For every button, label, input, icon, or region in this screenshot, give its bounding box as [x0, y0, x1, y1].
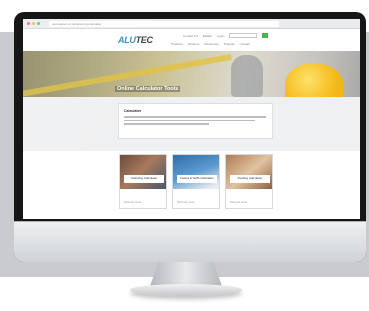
- calculator-tiles: Guttering Calculator Find out more Fasci…: [119, 154, 273, 209]
- browser-toolbar: www.alutec.co.uk/guttering-calculator: [23, 19, 360, 29]
- close-window-icon[interactable]: [27, 22, 30, 25]
- nav-item-contact[interactable]: Contact: [240, 42, 250, 46]
- logo-accent: TEC: [135, 35, 153, 45]
- address-bar[interactable]: www.alutec.co.uk/guttering-calculator: [49, 21, 279, 27]
- hero-person-graphic: [231, 55, 263, 97]
- tile-guttering[interactable]: Guttering Calculator Find out more: [119, 154, 167, 209]
- monitor-chin: [14, 221, 366, 262]
- search-button[interactable]: [262, 33, 269, 38]
- nav-item-systems[interactable]: Systems: [188, 42, 200, 46]
- search-input[interactable]: [229, 33, 258, 38]
- maximize-window-icon[interactable]: [37, 22, 40, 25]
- site-logo[interactable]: ALUTEC: [118, 35, 153, 45]
- site-header: ALUTEC Contact Us Basket Login Products …: [23, 29, 360, 51]
- tile-label: Roofing Calculator: [230, 175, 270, 183]
- logo-main: ALU: [118, 35, 136, 45]
- tile-link[interactable]: Find out more: [230, 200, 247, 204]
- screen: www.alutec.co.uk/guttering-calculator AL…: [23, 19, 360, 219]
- tile-label: Guttering Calculator: [124, 175, 164, 183]
- hard-hat-graphic: [285, 63, 343, 97]
- tile-label: Fascia & Soffit Calculator: [177, 175, 217, 183]
- minimize-window-icon[interactable]: [32, 22, 35, 25]
- tile-fascia-soffit[interactable]: Fascia & Soffit Calculator Find out more: [172, 154, 220, 209]
- tile-image: [226, 155, 272, 189]
- nav-item-projects[interactable]: Projects: [224, 42, 235, 46]
- intro-section: Calculator: [23, 97, 360, 151]
- nav-item-products[interactable]: Products: [171, 42, 183, 46]
- tile-roofing[interactable]: Roofing Calculator Find out more: [225, 154, 273, 209]
- intro-text-placeholder: [124, 116, 266, 127]
- utility-link-login[interactable]: Login: [217, 34, 224, 38]
- utility-link-contact[interactable]: Contact Us: [183, 34, 198, 38]
- monitor-stand-base: [130, 284, 242, 296]
- nav-item-resources[interactable]: Resources: [204, 42, 218, 46]
- tile-link[interactable]: Find out more: [124, 200, 141, 204]
- tile-image: [120, 155, 166, 189]
- tile-image: [173, 155, 219, 189]
- tile-link[interactable]: Find out more: [177, 200, 194, 204]
- hero-title: Online Calculator Tools: [115, 86, 181, 92]
- intro-card: Calculator: [118, 103, 273, 139]
- utility-link-basket[interactable]: Basket: [203, 34, 212, 38]
- window-controls: [27, 22, 40, 25]
- utility-bar: Contact Us Basket Login: [183, 33, 269, 38]
- monitor-stand-neck: [150, 262, 222, 286]
- intro-title: Calculator: [124, 109, 142, 113]
- hero-banner: Online Calculator Tools: [23, 51, 360, 97]
- calculator-tiles-section: Guttering Calculator Find out more Fasci…: [23, 151, 360, 219]
- main-nav: Products Systems Resources Projects Cont…: [171, 42, 250, 46]
